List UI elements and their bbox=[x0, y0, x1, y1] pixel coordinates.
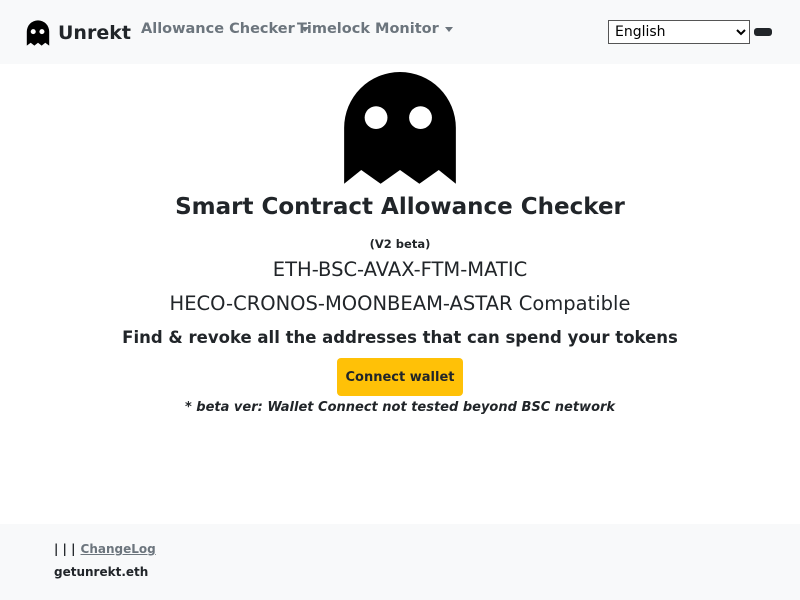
nav-menu-timelock-monitor[interactable]: Timelock Monitor bbox=[297, 19, 453, 39]
theme-toggle-icon[interactable] bbox=[754, 28, 772, 36]
version-label: (V2 beta) bbox=[369, 237, 431, 251]
ghost-icon bbox=[26, 20, 50, 46]
compatible-chains: HECO-CRONOS-MOONBEAM-ASTAR Compatible bbox=[169, 292, 631, 315]
navbar: Unrekt Allowance Checker Timelock Monito… bbox=[0, 0, 800, 64]
nav-menu-allowance-checker[interactable]: Allowance Checker bbox=[141, 19, 309, 39]
brand-link[interactable]: Unrekt bbox=[24, 18, 131, 48]
footer: | | | ChangeLog getunrekt.eth bbox=[0, 524, 800, 600]
ghost-icon bbox=[344, 72, 456, 184]
supported-chains: ETH-BSC-AVAX-FTM-MATIC bbox=[272, 258, 528, 281]
brand-name: Unrekt bbox=[58, 22, 131, 44]
footer-separators: | | | bbox=[54, 542, 76, 556]
connect-wallet-button[interactable]: Connect wallet bbox=[337, 358, 463, 396]
nav-menu-label: Timelock Monitor bbox=[297, 21, 439, 37]
tagline: Find & revoke all the addresses that can… bbox=[122, 328, 678, 347]
footer-links: | | | ChangeLog bbox=[54, 542, 156, 556]
ens-name: getunrekt.eth bbox=[54, 565, 149, 579]
beta-note: * beta ver: Wallet Connect not tested be… bbox=[184, 400, 616, 415]
language-select[interactable]: English bbox=[608, 20, 750, 44]
nav-menu-label: Allowance Checker bbox=[141, 21, 295, 37]
page-title: Smart Contract Allowance Checker bbox=[175, 194, 625, 220]
caret-down-icon bbox=[444, 26, 453, 32]
changelog-link[interactable]: ChangeLog bbox=[81, 542, 156, 556]
